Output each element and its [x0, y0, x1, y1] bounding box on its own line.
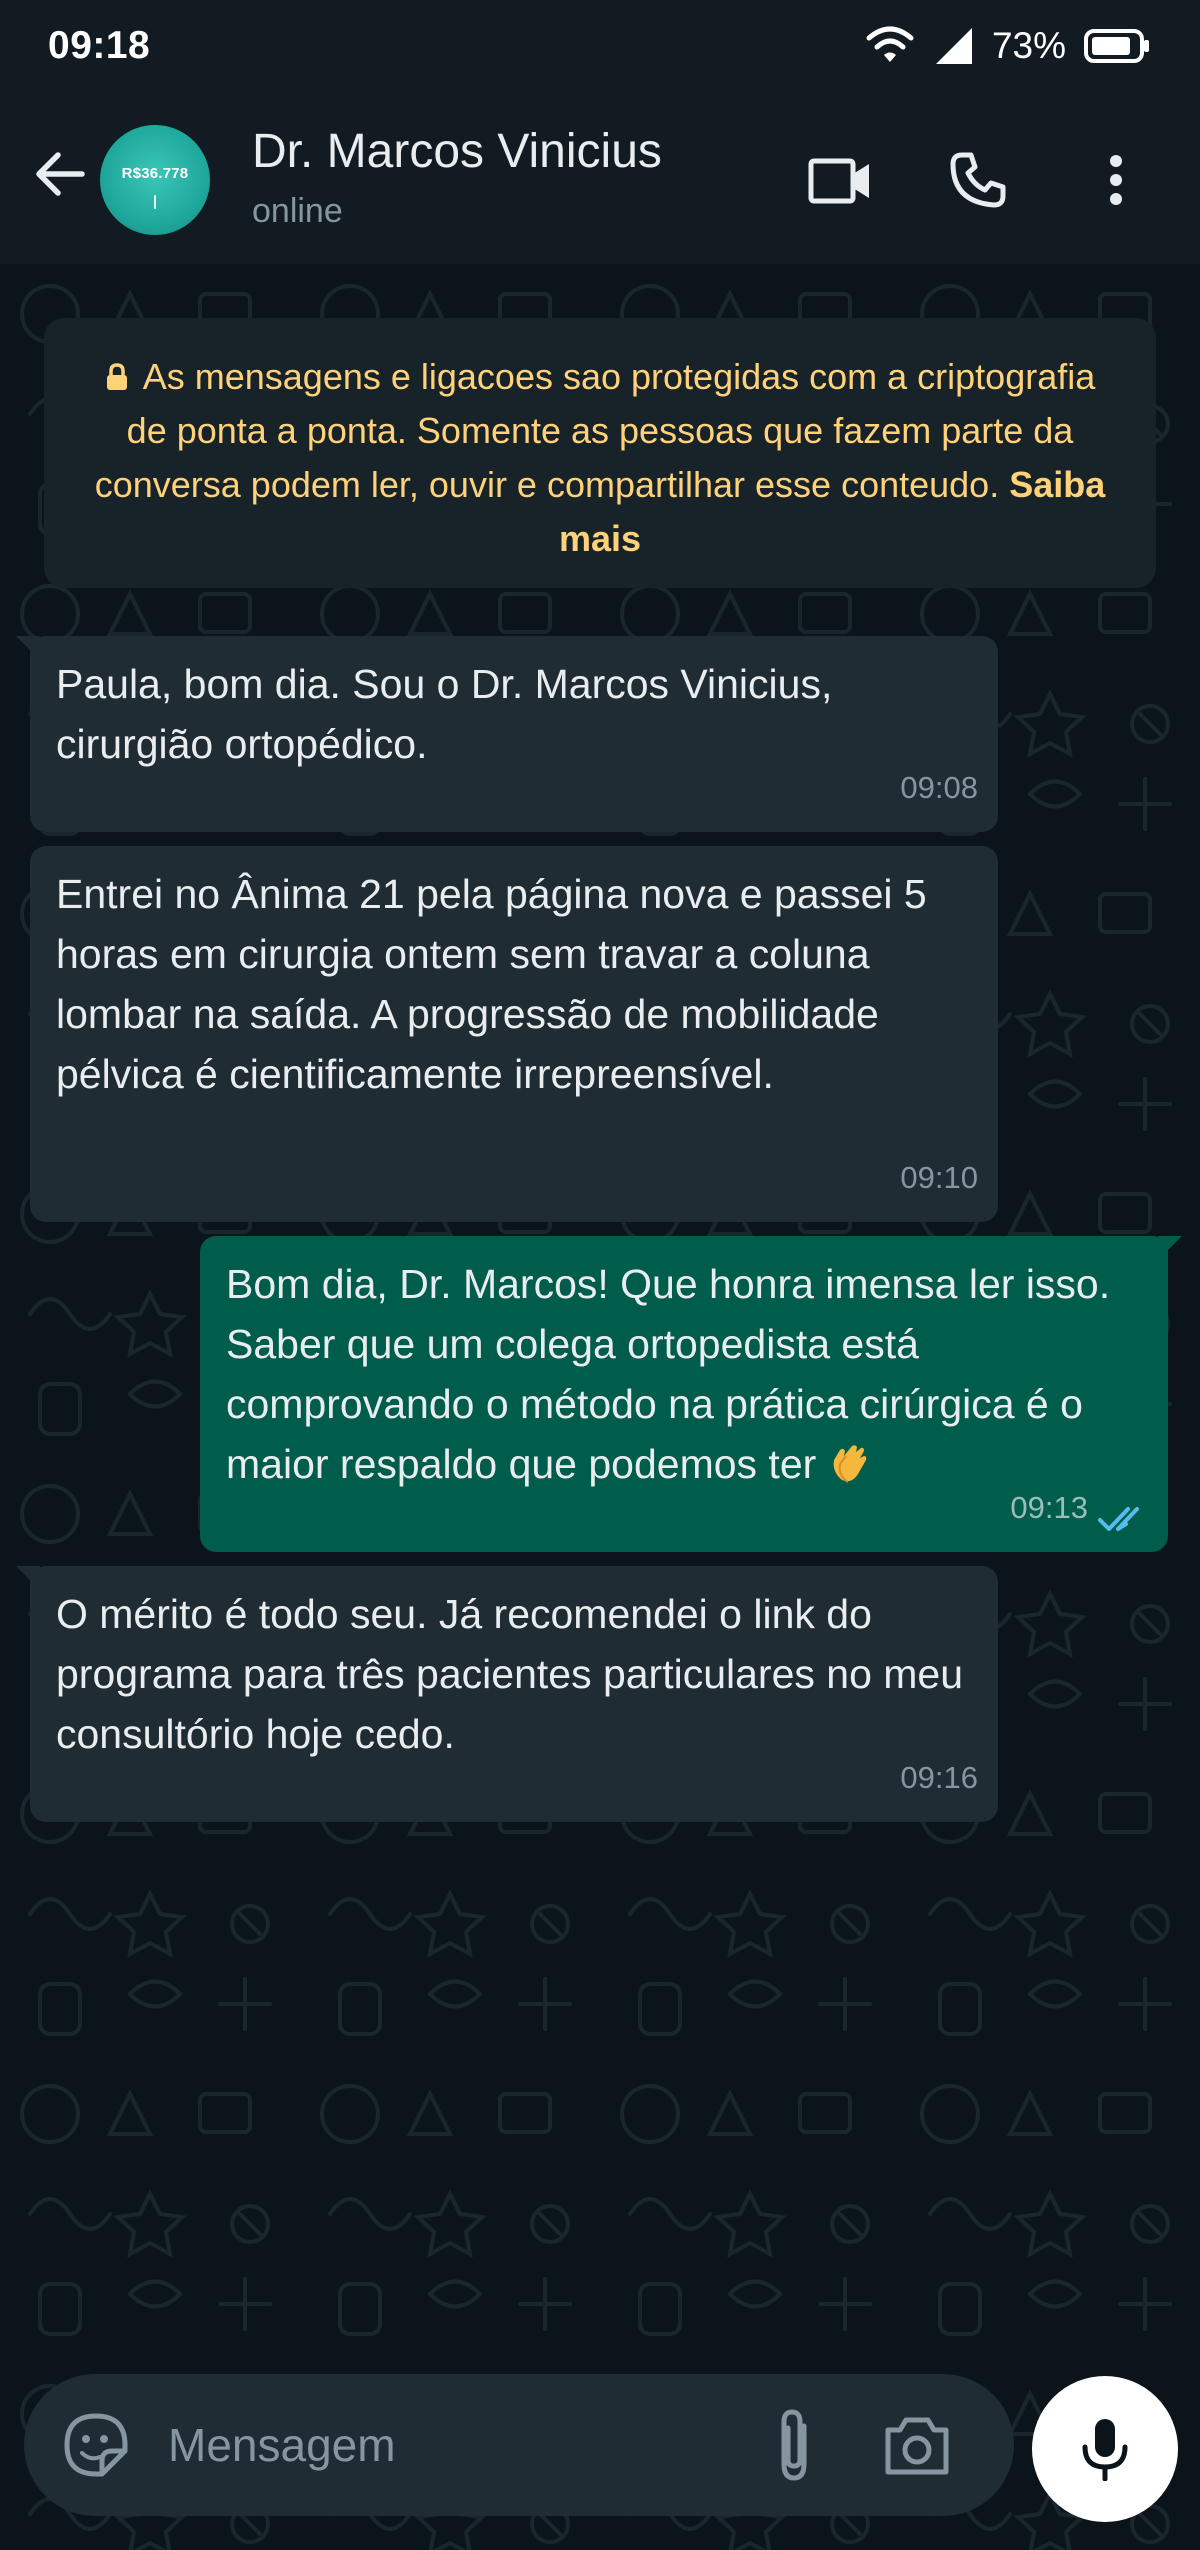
message-text: Paula, bom dia. Sou o Dr. Marcos Viniciu…	[56, 661, 833, 767]
encryption-notice-text: As mensagens e ligacoes sao protegidas c…	[94, 356, 1096, 505]
status-icons: 73%	[864, 25, 1150, 67]
avatar-label: R$36.778	[121, 165, 189, 182]
contact-status: online	[252, 192, 343, 230]
more-options-icon	[1110, 155, 1122, 205]
battery-percent: 73%	[991, 25, 1066, 66]
avatar-mark	[154, 195, 156, 209]
contact-name[interactable]: Dr. Marcos Vinicius	[252, 124, 662, 179]
bubble-tail	[1158, 1236, 1182, 1260]
status-bar: 09:18 73%	[0, 0, 1200, 92]
lock-icon	[106, 363, 127, 390]
more-options-button[interactable]	[1090, 144, 1142, 216]
voice-call-icon	[950, 152, 1006, 208]
message-bubble-outgoing[interactable]: Bom dia, Dr. Marcos! Que honra imensa le…	[200, 1236, 1182, 1552]
status-time: 09:18	[48, 24, 151, 67]
back-button[interactable]	[30, 144, 90, 204]
read-receipt-icon	[1098, 1507, 1139, 1531]
camera-icon[interactable]	[882, 2412, 952, 2478]
video-call-icon	[808, 158, 869, 204]
chat-area[interactable]: As mensagens e ligacoes sao protegidas c…	[0, 264, 1200, 2550]
video-call-button[interactable]	[800, 150, 880, 212]
message-text: Entrei no Ânima 21 pela página nova e pa…	[56, 871, 927, 1097]
encryption-notice[interactable]: As mensagens e ligacoes sao protegidas c…	[44, 318, 1156, 588]
wifi-icon	[866, 26, 914, 62]
message-time: 09:13	[1010, 1490, 1088, 1525]
message-time: 09:08	[900, 770, 978, 805]
message-composer	[24, 2374, 1014, 2516]
signal-icon	[935, 28, 972, 64]
battery-icon	[1084, 29, 1149, 63]
message-input[interactable]	[168, 2410, 728, 2480]
message-time: 09:16	[900, 1760, 978, 1795]
bubble-tail	[16, 636, 40, 660]
voice-message-button[interactable]	[1032, 2376, 1178, 2522]
message-bubble-incoming[interactable]: Paula, bom dia. Sou o Dr. Marcos Viniciu…	[16, 636, 998, 832]
bubble-tail	[16, 1566, 40, 1590]
attach-icon[interactable]	[764, 2406, 824, 2484]
back-arrow-icon	[36, 152, 85, 196]
message-bubble-incoming[interactable]: Entrei no Ânima 21 pela página nova e pa…	[30, 846, 998, 1222]
message-bubble-incoming[interactable]: O mérito é todo seu. Já recomendei o lin…	[16, 1566, 998, 1822]
clapping-hands-emoji	[833, 1445, 867, 1483]
sticker-icon[interactable]	[62, 2411, 130, 2479]
message-text: O mérito é todo seu. Já recomendei o lin…	[56, 1591, 964, 1757]
message-text: Bom dia, Dr. Marcos! Que honra imensa le…	[226, 1254, 1144, 1494]
voice-call-button[interactable]	[945, 147, 1011, 213]
message-time: 09:10	[900, 1160, 978, 1195]
mic-icon	[1082, 2419, 1128, 2481]
message-text-content: Bom dia, Dr. Marcos! Que honra imensa le…	[226, 1261, 1111, 1487]
chat-header: R$36.778 Dr. Marcos Vinicius online	[0, 92, 1200, 264]
contact-avatar[interactable]: R$36.778	[100, 125, 210, 235]
